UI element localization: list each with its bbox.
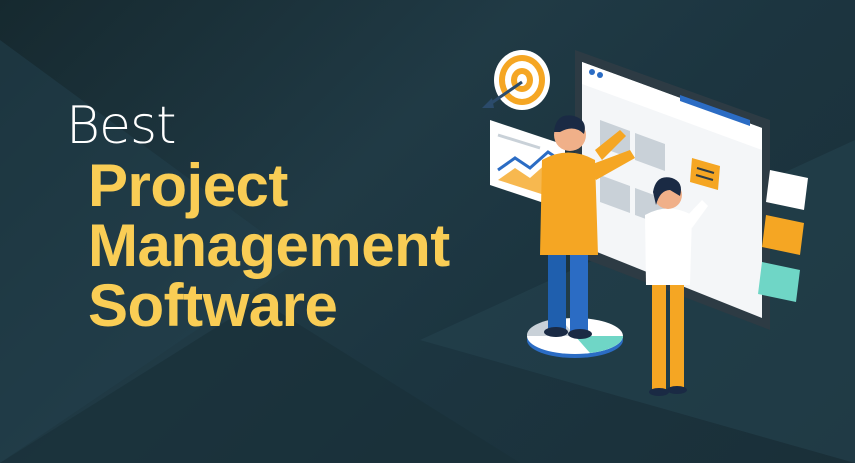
headline-project: Project bbox=[88, 152, 288, 219]
target-icon bbox=[494, 50, 550, 110]
headline: Best Project Management Software bbox=[66, 96, 450, 336]
project-illustration bbox=[482, 50, 808, 396]
headline-best: Best bbox=[66, 96, 177, 156]
headline-management: Management bbox=[88, 212, 450, 279]
hero-banner: Best Project Management Software bbox=[0, 0, 855, 463]
headline-software: Software bbox=[88, 272, 338, 339]
